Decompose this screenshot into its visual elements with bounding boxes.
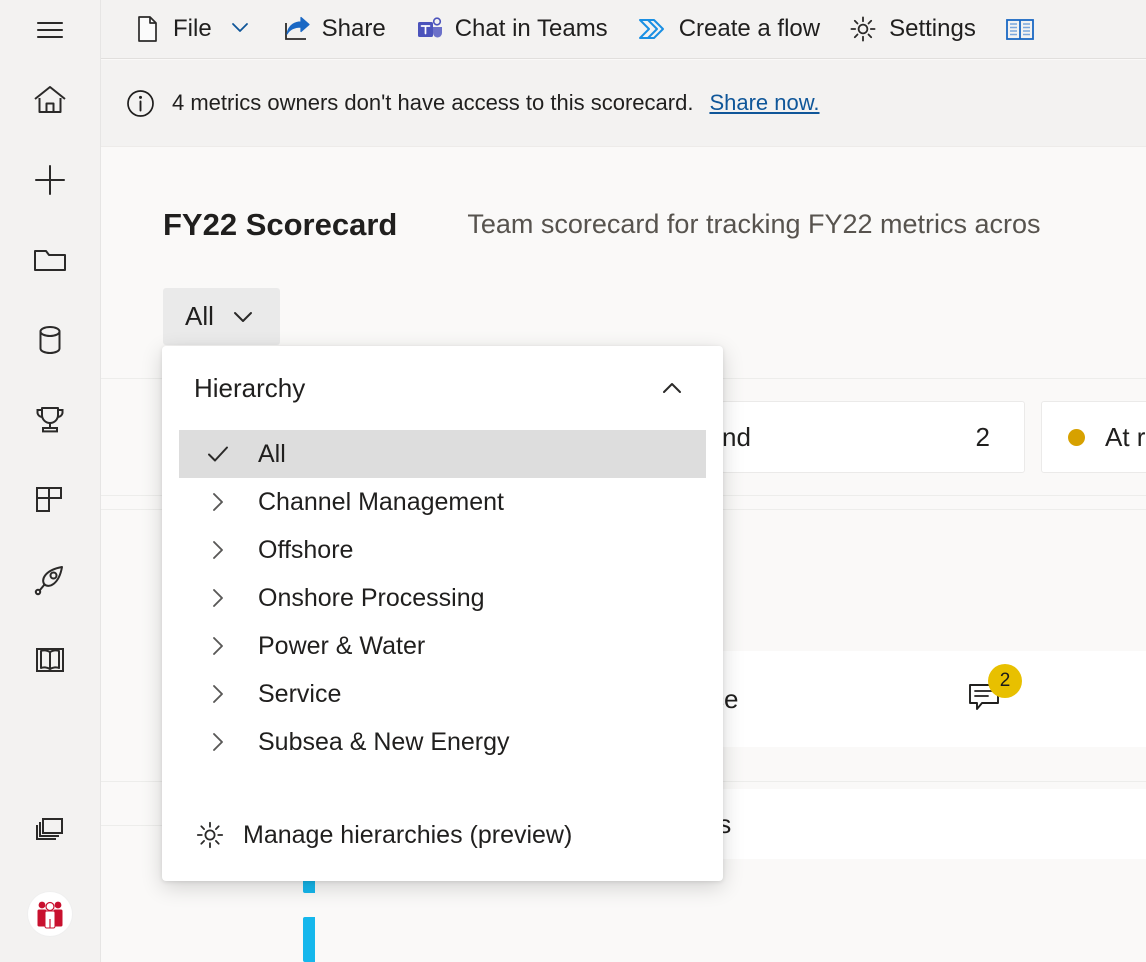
sidebar-item-deployment[interactable] [0,540,101,620]
apps-grid-icon [31,481,69,519]
file-icon [132,14,162,44]
hierarchy-item-channel-management[interactable]: Channel Management [179,478,706,526]
workspace-avatar[interactable] [0,866,101,962]
scorecard-header: FY22 Scorecard Team scorecard for tracki… [101,147,1146,279]
info-message-bar: 4 metrics owners don't have access to th… [101,60,1146,147]
hierarchy-item-power-and-water[interactable]: Power & Water [179,622,706,670]
sidebar-item-goals[interactable] [0,380,101,460]
info-icon [125,88,156,119]
hierarchy-item-label: Service [258,680,341,709]
manage-hierarchies-label: Manage hierarchies (preview) [243,821,572,850]
trend-card[interactable]: nd 2 [721,401,1025,473]
share-icon [281,14,311,44]
rocket-icon [31,561,69,599]
hierarchy-item-label: Power & Water [258,632,425,661]
chevron-down-icon [228,302,258,332]
hierarchy-item-service[interactable]: Service [179,670,706,718]
status-card-label: At ri [1105,422,1146,453]
sidebar-item-apps[interactable] [0,460,101,540]
hierarchy-item-label: Channel Management [258,488,504,517]
teams-icon [414,14,444,44]
hierarchy-flyout-panel: Hierarchy All [162,346,723,881]
hierarchy-item-subsea-and-new-energy[interactable]: Subsea & New Energy [179,718,706,766]
sidebar-item-data-hub[interactable] [0,300,101,380]
trophy-icon [31,401,69,439]
hierarchy-filter-label: All [185,301,214,332]
command-bar: File Share Chat in Teams [101,0,1146,59]
status-card[interactable]: At ri [1041,401,1146,473]
chat-in-teams-button[interactable]: Chat in Teams [400,8,622,50]
settings-button[interactable]: Settings [834,8,990,50]
chevron-right-icon[interactable] [196,537,240,563]
hierarchy-list: All Channel Management Offshore [162,430,723,789]
people-icon [33,897,67,931]
settings-label: Settings [889,15,976,43]
sidebar-item-workspaces[interactable] [0,786,101,866]
page-title: FY22 Scorecard [163,209,397,240]
trend-card-label: nd [722,422,751,453]
checkmark-icon [196,440,240,468]
hierarchy-item-label: All [258,440,286,469]
share-now-link[interactable]: Share now. [709,90,819,116]
info-message-text: 4 metrics owners don't have access to th… [172,90,693,116]
sidebar-item-home[interactable] [0,60,101,140]
file-menu-button[interactable]: File [118,8,267,50]
reading-view-icon [1004,14,1036,44]
hierarchy-filter-button[interactable]: All [163,288,280,345]
hierarchy-item-all[interactable]: All [179,430,706,478]
manage-hierarchies-button[interactable]: Manage hierarchies (preview) [162,789,723,881]
chevron-right-icon[interactable] [196,585,240,611]
hierarchy-item-offshore[interactable]: Offshore [179,526,706,574]
chevron-down-icon [227,14,253,45]
share-button[interactable]: Share [267,8,400,50]
status-dot-icon [1068,429,1085,446]
hierarchy-flyout-header: Hierarchy [162,346,723,430]
workspaces-icon [31,807,69,845]
chevron-up-icon[interactable] [651,367,693,409]
page-subtitle: Team scorecard for tracking FY22 metrics… [467,209,1040,240]
sidebar-item-learn[interactable] [0,620,101,700]
folder-icon [31,241,69,279]
gear-icon [194,819,226,851]
plus-icon [31,161,69,199]
hierarchy-item-label: Onshore Processing [258,584,485,613]
hierarchy-item-label: Offshore [258,536,353,565]
chevron-right-icon[interactable] [196,633,240,659]
metric-row-with-comments[interactable]: ce 2 [711,651,1146,747]
comment-count-badge: 2 [988,664,1022,698]
chevron-right-icon[interactable] [196,489,240,515]
hierarchy-flyout-title: Hierarchy [194,373,305,404]
metric-row-lower[interactable]: ts [711,789,1146,859]
create-a-flow-label: Create a flow [679,15,820,43]
database-icon [31,321,69,359]
left-nav-rail [0,0,101,962]
chat-in-teams-label: Chat in Teams [455,15,608,43]
create-a-flow-button[interactable]: Create a flow [622,8,834,50]
menu-icon[interactable] [0,0,101,60]
chevron-right-icon[interactable] [196,729,240,755]
hierarchy-item-label: Subsea & New Energy [258,728,510,757]
share-label: Share [322,15,386,43]
reading-view-button[interactable] [990,8,1050,50]
power-automate-icon [636,14,668,44]
gear-icon [848,14,878,44]
avatar [28,892,72,936]
file-menu-label: File [173,15,212,43]
home-icon [31,81,69,119]
power-bi-scorecard-page: File Share Chat in Teams [0,0,1146,962]
sidebar-item-create[interactable] [0,140,101,220]
book-icon [31,641,69,679]
trend-card-value: 2 [976,422,990,453]
row-accent-bar [303,917,315,962]
hierarchy-item-onshore-processing[interactable]: Onshore Processing [179,574,706,622]
sidebar-item-browse[interactable] [0,220,101,300]
chevron-right-icon[interactable] [196,681,240,707]
